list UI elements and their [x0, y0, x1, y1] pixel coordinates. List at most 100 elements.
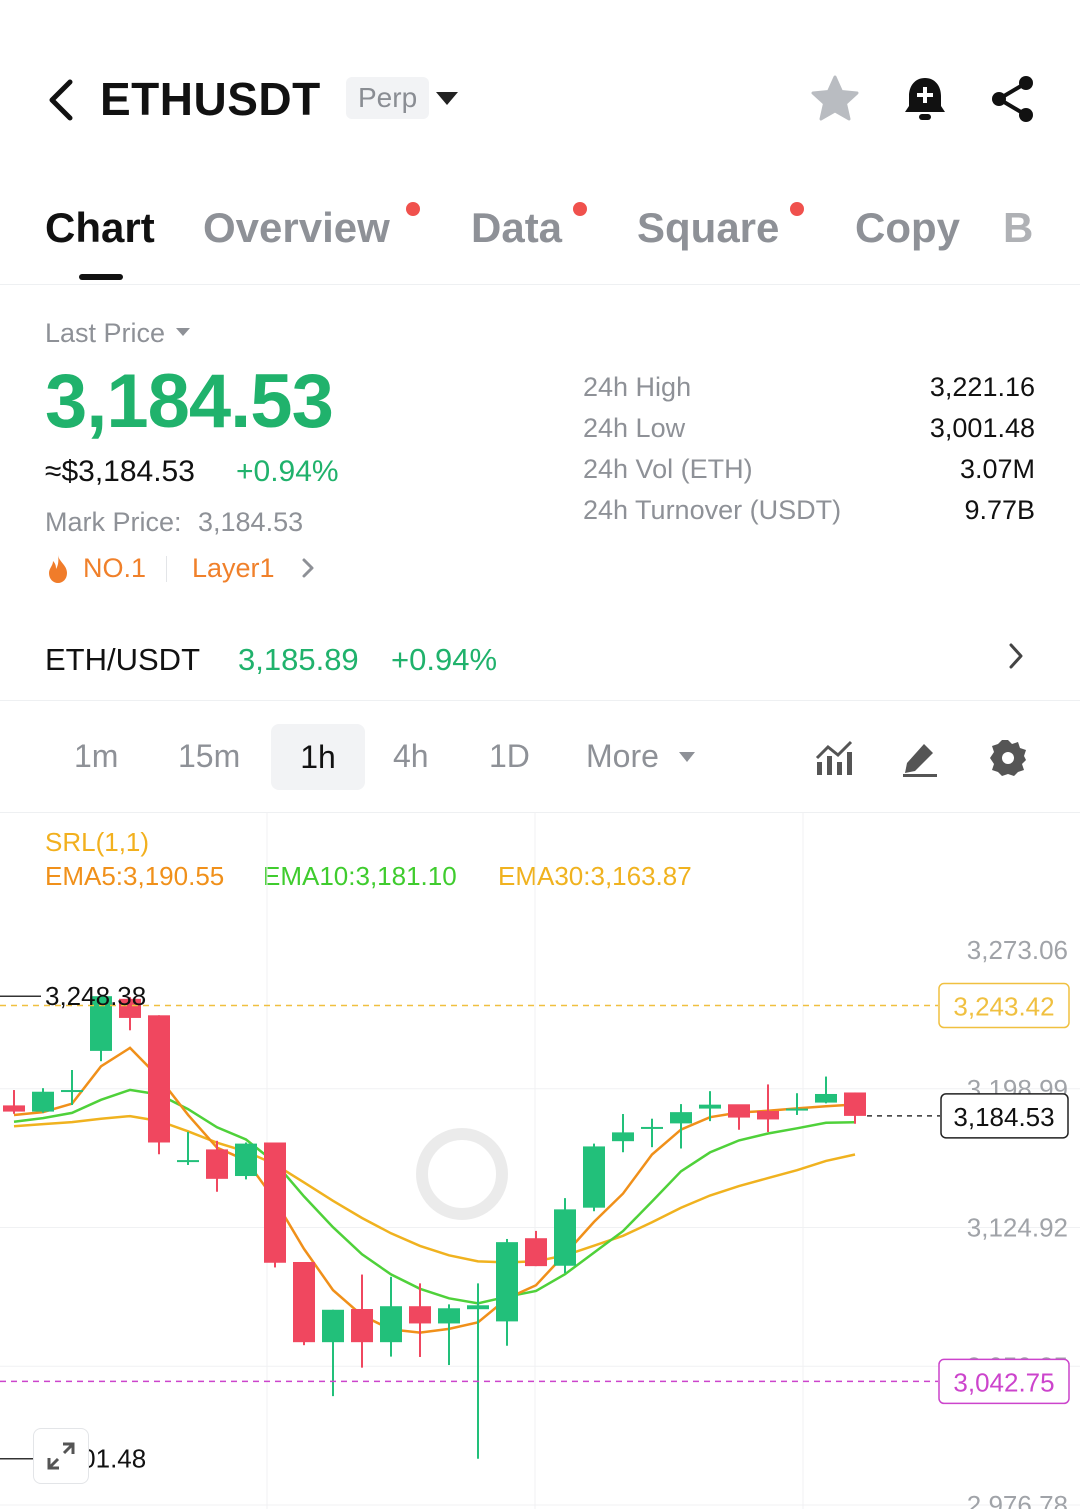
tab-bots-cut[interactable]: B [1003, 204, 1033, 252]
y-tick-label: 3,273.06 [967, 935, 1068, 965]
candle-down [293, 1262, 315, 1346]
candle-down [264, 1142, 286, 1268]
y-tick-label: 2,976.78 [967, 1490, 1068, 1509]
timeframe-4h[interactable]: 4h [393, 738, 429, 775]
tab-data[interactable]: Data [471, 204, 562, 252]
candle-body [554, 1209, 576, 1266]
divider [166, 556, 167, 582]
tab-square[interactable]: Square [637, 204, 779, 252]
candle-up [786, 1093, 808, 1115]
chart-settings-gear-icon[interactable] [988, 738, 1028, 778]
indicators-icon[interactable] [814, 738, 854, 778]
stat-24h-turnover-label: 24h Turnover (USDT) [583, 495, 842, 525]
candle-body [380, 1306, 402, 1343]
candle-body [177, 1160, 199, 1163]
stat-24h-vol-label: 24h Vol (ETH) [583, 454, 753, 484]
watermark [416, 1128, 508, 1220]
usd-price: ≈$3,184.53 [45, 455, 195, 488]
tab-overview[interactable]: Overview [203, 204, 390, 252]
candle-up [583, 1143, 605, 1212]
stat-24h-vol-value: 3.07M [959, 454, 1035, 484]
candle-body [61, 1090, 83, 1093]
spot-change: +0.94% [391, 642, 498, 677]
srl-upper-value: 3,243.42 [953, 992, 1054, 1022]
contract-dropdown-icon[interactable] [436, 92, 458, 105]
stat-24h-low-label: 24h Low [583, 413, 686, 443]
candle-body [206, 1149, 228, 1179]
candle-up [32, 1088, 54, 1113]
share-icon[interactable] [988, 74, 1038, 124]
timeframe-more[interactable]: More [586, 738, 659, 775]
mark-price-label: Mark Price: [45, 507, 182, 537]
spot-price: 3,185.89 [238, 642, 359, 677]
candle-body [322, 1309, 344, 1343]
price-mode-label[interactable]: Last Price [45, 318, 165, 349]
candlestick-chart[interactable]: 3,273.063,198.993,124.923,050.852,976.78… [0, 812, 1080, 1509]
candle-up [61, 1069, 83, 1106]
stat-24h-low-value: 3,001.48 [929, 413, 1035, 443]
high-marker-label: 3,248.38 [45, 981, 146, 1011]
current-price-value: 3,184.53 [953, 1102, 1054, 1132]
price-mode-dropdown-icon[interactable] [176, 328, 190, 336]
candle-body [699, 1104, 721, 1109]
timeframe-1h[interactable]: 1h [271, 724, 365, 790]
draw-pencil-icon[interactable] [900, 738, 940, 778]
candle-down [525, 1230, 547, 1267]
favorite-star-icon[interactable] [810, 74, 860, 124]
mark-price-value: 3,184.53 [198, 507, 304, 537]
candle-up [815, 1076, 837, 1104]
candle-body [641, 1126, 663, 1129]
candle-up [612, 1114, 634, 1153]
candle-up [380, 1276, 402, 1357]
stat-24h-high-label: 24h High [583, 372, 692, 402]
expand-icon [47, 1442, 75, 1470]
candle-body [467, 1305, 489, 1310]
tab-copy[interactable]: Copy [855, 204, 960, 252]
candle-up [235, 1142, 257, 1180]
candle-down [757, 1084, 779, 1133]
fullscreen-button[interactable] [33, 1428, 89, 1484]
candle-down [206, 1140, 228, 1192]
candle-body [148, 1015, 170, 1143]
active-tab-indicator [79, 274, 123, 280]
candle-body [409, 1306, 431, 1324]
chart-grid: 3,273.063,198.993,124.923,050.852,976.78 [0, 812, 1080, 1509]
timeframe-1m[interactable]: 1m [74, 738, 118, 775]
stat-24h-turnover-value: 9.77B [964, 495, 1035, 525]
spot-pair-row[interactable]: ETH/USDT 3,185.89 +0.94% [0, 610, 1080, 701]
chevron-right-icon[interactable] [1006, 642, 1026, 670]
candle-down [728, 1104, 750, 1130]
fire-icon [49, 555, 67, 583]
stat-24h-high-value: 3,221.16 [929, 372, 1035, 402]
price-change: +0.94% [236, 455, 339, 488]
page-title: ETHUSDT [100, 73, 321, 125]
candle-up [322, 1309, 344, 1397]
candle-body [844, 1092, 866, 1116]
tab-square-notification-dot [790, 202, 804, 216]
rank-badge[interactable]: NO.1 [83, 553, 146, 584]
timeframe-15m[interactable]: 15m [178, 738, 240, 775]
more-dropdown-icon[interactable] [679, 752, 695, 762]
timeframe-1d[interactable]: 1D [489, 738, 530, 775]
tab-data-notification-dot [573, 202, 587, 216]
price-alert-bell-icon[interactable] [900, 74, 950, 124]
y-tick-label: 3,124.92 [967, 1213, 1068, 1243]
candle-up [467, 1283, 489, 1459]
status-bar [0, 0, 1080, 14]
candle-down [351, 1274, 373, 1368]
chevron-right-icon[interactable] [300, 557, 316, 579]
candle-body [351, 1309, 373, 1343]
candle-up [177, 1131, 199, 1165]
candle-down [3, 1090, 25, 1114]
candle-body [438, 1308, 460, 1324]
candle-body [235, 1143, 257, 1177]
candle-down [148, 1015, 170, 1155]
category-link[interactable]: Layer1 [192, 553, 275, 584]
tab-chart[interactable]: Chart [45, 204, 155, 252]
back-arrow-icon[interactable] [44, 78, 78, 122]
candle-up [438, 1304, 460, 1366]
candle-up [641, 1118, 663, 1148]
tab-overview-notification-dot [406, 202, 420, 216]
contract-type-badge[interactable]: Perp [346, 77, 430, 119]
candle-body [32, 1091, 54, 1112]
